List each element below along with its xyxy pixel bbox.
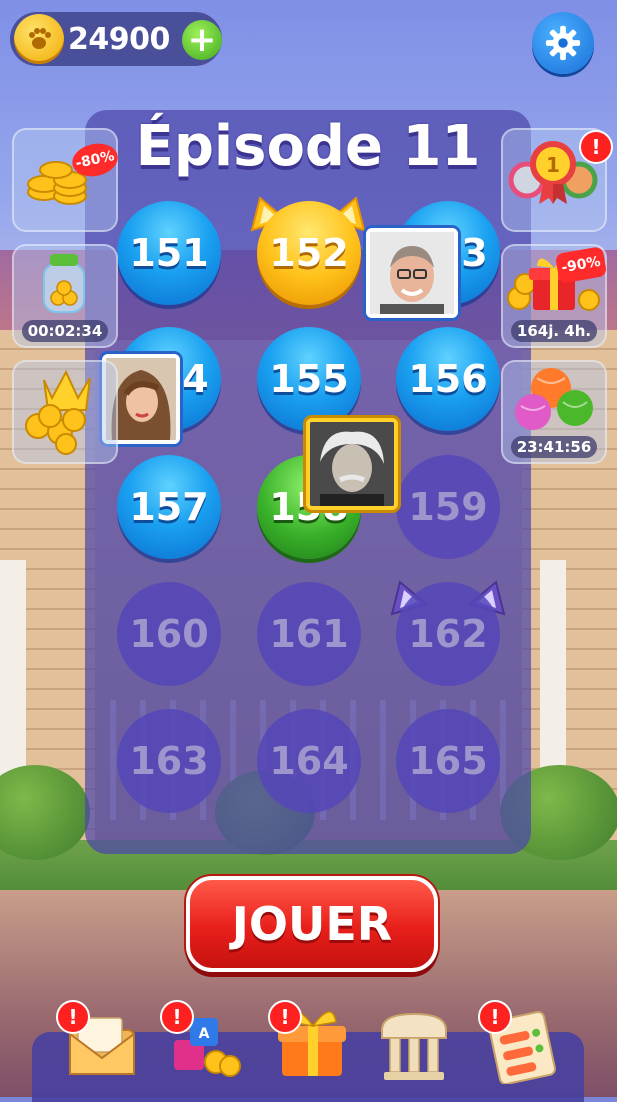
dock-mail-button[interactable]: ! [56, 1000, 142, 1084]
level-node-151[interactable]: 151 [117, 201, 221, 305]
level-node-164: 164 [257, 709, 361, 813]
coin-jar-icon [43, 254, 85, 313]
gift-alert-badge: ! [268, 1000, 302, 1034]
level-node-155[interactable]: 155 [257, 327, 361, 431]
coin-balance[interactable]: 24900 + [10, 12, 222, 66]
coin-count: 24900 [68, 22, 170, 57]
level-node-162: 162 [396, 582, 500, 686]
coin-offer-tile[interactable]: -80% [12, 128, 121, 232]
level-node-161: 161 [257, 582, 361, 686]
dock-temple-button[interactable] [374, 1000, 454, 1084]
yarn-offer-timer: 23:41:56 [511, 436, 597, 458]
level-node-156[interactable]: 156 [396, 327, 500, 431]
yarn-balls-icon [515, 368, 593, 430]
gift-offer-tile[interactable]: -90% 164j. 4h. [501, 244, 608, 348]
mail-alert-badge: ! [56, 1000, 90, 1034]
add-coins-button[interactable]: + [182, 20, 222, 60]
dock-gift-button[interactable]: ! [268, 1000, 352, 1084]
level-node-165: 165 [396, 709, 500, 813]
level-node-159: 159 [396, 455, 500, 559]
paw-coin-icon [14, 14, 64, 64]
level-node-157[interactable]: 157 [117, 455, 221, 559]
friend-avatar[interactable] [366, 228, 458, 318]
temple-icon [381, 1012, 447, 1080]
friend-photo-icon [370, 232, 454, 314]
level-node-163: 163 [117, 709, 221, 813]
level-node-152[interactable]: 152 [257, 201, 361, 305]
toys-alert-badge: ! [160, 1000, 194, 1034]
play-button[interactable]: JOUER [186, 876, 438, 972]
player-photo-icon [310, 422, 394, 506]
player-avatar[interactable] [306, 418, 398, 510]
piggy-bank-timer: 00:02:34 [22, 320, 108, 342]
tasks-alert-badge: ! [478, 1000, 512, 1034]
rewards-tile[interactable]: 1 ! [501, 128, 613, 232]
svg-text:A: A [199, 1026, 210, 1042]
level-node-160: 160 [117, 582, 221, 686]
gear-icon [545, 25, 581, 61]
yarn-offer-tile[interactable]: 23:41:56 [501, 360, 607, 464]
piggy-bank-tile[interactable]: 00:02:34 [12, 244, 118, 348]
gift-offer-timer: 164j. 4h. [511, 320, 597, 342]
episode-title: Épisode 11 [135, 114, 481, 179]
dock-toys-button[interactable]: A ! [160, 1000, 244, 1084]
settings-button[interactable] [532, 12, 594, 74]
crown-offer-tile[interactable] [12, 360, 118, 464]
crown-coins-icon [25, 369, 91, 455]
rewards-alert-badge: ! [579, 130, 613, 164]
svg-text:1: 1 [546, 153, 560, 177]
dock-tasks-button[interactable]: ! [478, 1000, 562, 1086]
